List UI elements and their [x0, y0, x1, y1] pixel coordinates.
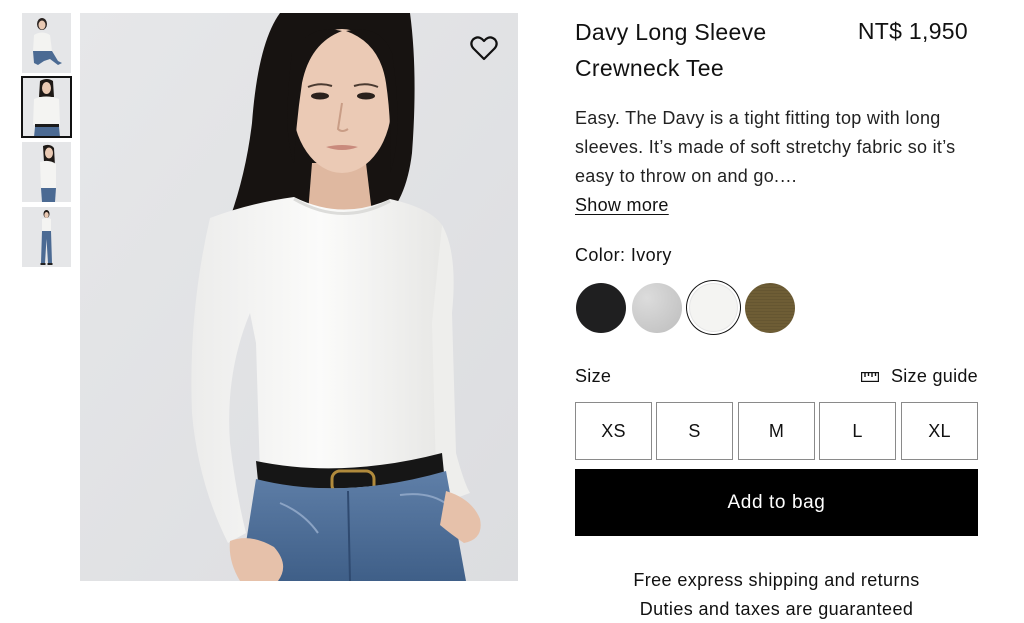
swatch-fill	[576, 283, 626, 333]
favorite-button[interactable]	[469, 33, 499, 63]
ruler-icon	[860, 371, 879, 382]
size-option-l[interactable]: L	[819, 402, 896, 460]
product-price: NT$ 1,950	[857, 18, 968, 44]
shipping-info: Free express shipping and returns Duties…	[575, 566, 978, 623]
product-title: Davy Long Sleeve Crewneck Tee	[575, 19, 767, 81]
color-swatch-ivory[interactable]	[687, 281, 740, 334]
color-swatch-list	[575, 282, 835, 334]
product-main-image[interactable]	[80, 13, 518, 581]
color-swatch-heather-grey[interactable]	[632, 283, 682, 333]
thumbnail-image	[22, 142, 71, 202]
size-option-s[interactable]: S	[656, 402, 733, 460]
size-option-xs[interactable]: XS	[575, 402, 652, 460]
show-more-link[interactable]: Show more	[575, 195, 669, 216]
shipping-line-1: Free express shipping and returns	[633, 570, 920, 590]
add-to-bag-button[interactable]: Add to bag	[575, 469, 978, 536]
thumbnail-image	[22, 207, 71, 267]
color-swatch-black[interactable]	[576, 283, 626, 333]
color-swatch-olive[interactable]	[745, 283, 795, 333]
size-option-m[interactable]: M	[738, 402, 815, 460]
size-label: Size	[575, 366, 612, 386]
product-photo	[80, 13, 518, 581]
swatch-fill	[632, 283, 682, 333]
thumbnail-image	[22, 13, 71, 73]
size-guide-label: Size guide	[890, 366, 978, 386]
size-options: XS S M L XL	[575, 402, 978, 460]
size-option-xl[interactable]: XL	[901, 402, 978, 460]
shipping-line-2: Duties and taxes are guaranteed	[639, 599, 914, 619]
thumbnail-2[interactable]	[21, 76, 72, 138]
thumbnail-1[interactable]	[22, 13, 71, 73]
color-label: Color: Ivory	[575, 245, 672, 265]
product-description: Easy. The Davy is a tight fitting top wi…	[575, 108, 956, 186]
heart-icon	[470, 36, 498, 61]
size-guide-link[interactable]: Size guide	[860, 366, 978, 387]
thumbnail-image	[22, 77, 71, 137]
swatch-fill	[745, 283, 795, 333]
thumbnail-4[interactable]	[22, 207, 71, 267]
swatch-fill	[690, 284, 737, 331]
thumbnail-3[interactable]	[22, 142, 71, 202]
